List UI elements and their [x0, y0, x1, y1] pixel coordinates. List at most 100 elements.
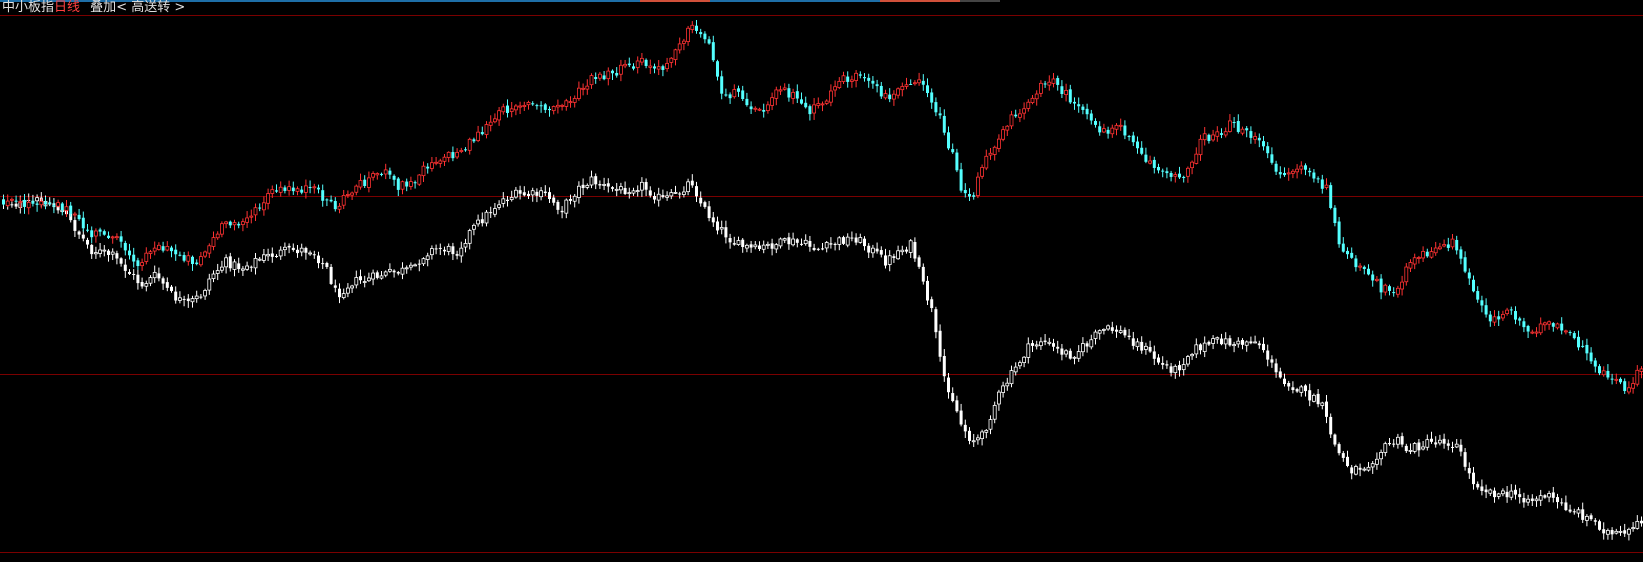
index-body — [1610, 378, 1614, 380]
index-candle — [350, 191, 355, 201]
overlay-body — [1425, 439, 1430, 448]
index-candle — [560, 103, 564, 111]
index-body — [434, 161, 439, 164]
index-candle — [1278, 166, 1282, 179]
index-body — [548, 108, 551, 111]
overlay-candle — [136, 269, 140, 290]
overlay-body — [275, 256, 278, 258]
overlay-body — [404, 267, 409, 270]
index-body — [249, 215, 254, 218]
overlay-body — [379, 275, 384, 279]
overlay-candle — [1064, 349, 1068, 358]
overlay-body — [976, 437, 980, 441]
overlay-body — [1370, 463, 1375, 468]
overlay-body — [921, 266, 925, 282]
index-body — [972, 195, 976, 197]
index-body — [1228, 120, 1232, 132]
index-body — [5, 200, 10, 207]
overlay-body — [115, 253, 119, 259]
overlay-candle — [539, 187, 543, 201]
overlay-body — [1131, 338, 1135, 346]
overlay-body — [1631, 527, 1635, 530]
index-body — [648, 65, 653, 68]
overlay-body — [383, 271, 388, 276]
index-candle — [64, 199, 69, 218]
overlay-candle — [1157, 354, 1160, 365]
overlay-candle — [506, 196, 509, 207]
index-body — [804, 102, 808, 108]
index-candle — [782, 83, 787, 91]
index-candle — [833, 80, 837, 97]
index-body — [1337, 221, 1341, 245]
overlay-body — [476, 219, 481, 225]
index-body — [1383, 284, 1388, 293]
index-candle — [442, 153, 447, 167]
overlay-candle — [686, 178, 690, 196]
overlay-body — [312, 254, 316, 256]
overlay-body — [237, 263, 241, 270]
index-body — [980, 167, 984, 177]
index-body — [577, 87, 581, 99]
index-candle — [1236, 114, 1240, 134]
overlay-body — [1572, 511, 1576, 513]
overlay-body — [110, 251, 115, 255]
overlay-candle — [867, 243, 871, 259]
overlay-candle — [291, 243, 295, 252]
index-candle — [148, 249, 153, 259]
index-candle — [673, 48, 678, 66]
index-candle — [1114, 123, 1119, 136]
overlay-candle — [1408, 443, 1413, 455]
index-candle — [984, 149, 989, 171]
index-candle — [997, 134, 1001, 153]
overlay-candle — [182, 295, 186, 307]
overlay-body — [514, 189, 518, 198]
index-body — [480, 132, 484, 135]
overlay-next-button[interactable]: > — [174, 0, 185, 16]
overlay-candle — [758, 241, 761, 252]
overlay-body — [1408, 449, 1413, 452]
overlay-body — [569, 198, 572, 201]
overlay-candle — [921, 263, 925, 285]
overlay-body — [1467, 468, 1471, 474]
overlay-candle — [417, 259, 421, 272]
index-body — [896, 88, 900, 96]
overlay-body — [1223, 338, 1228, 345]
index-body — [1245, 128, 1249, 131]
index-candle — [1085, 103, 1089, 120]
overlay-prev-button[interactable]: < — [116, 0, 127, 16]
overlay-candle — [644, 178, 648, 197]
overlay-candle — [492, 203, 497, 218]
index-candle — [31, 198, 35, 207]
overlay-body — [219, 266, 224, 271]
overlay-body — [1442, 438, 1446, 444]
overlay-candle — [1472, 466, 1475, 490]
overlay-candle — [1135, 338, 1140, 351]
overlay-body — [417, 263, 421, 265]
overlay-body — [480, 219, 484, 224]
overlay-body — [1530, 498, 1534, 501]
overlay-candle — [1425, 434, 1430, 451]
overlay-candle — [648, 186, 652, 198]
period-label[interactable]: 日线 — [54, 0, 80, 16]
overlay-candle — [530, 187, 535, 202]
overlay-candle — [1496, 492, 1501, 500]
overlay-body — [144, 283, 149, 287]
index-body — [1581, 345, 1585, 347]
index-candle — [640, 53, 644, 66]
overlay-candle — [1241, 338, 1244, 350]
index-body — [1404, 266, 1409, 283]
overlay-candle — [971, 433, 976, 447]
index-candle — [337, 203, 342, 214]
overlay-body — [741, 239, 745, 248]
overlay-candle — [1534, 496, 1539, 507]
overlay-body — [673, 192, 678, 194]
index-candle — [753, 106, 758, 112]
index-candle — [1299, 161, 1304, 175]
overlay-body — [1602, 529, 1606, 534]
index-body — [132, 254, 136, 262]
overlay-candle — [619, 182, 623, 194]
overlay-body — [1031, 343, 1034, 346]
overlay-candle — [1325, 394, 1328, 424]
index-candle — [635, 56, 640, 74]
overlay-body — [623, 188, 627, 194]
